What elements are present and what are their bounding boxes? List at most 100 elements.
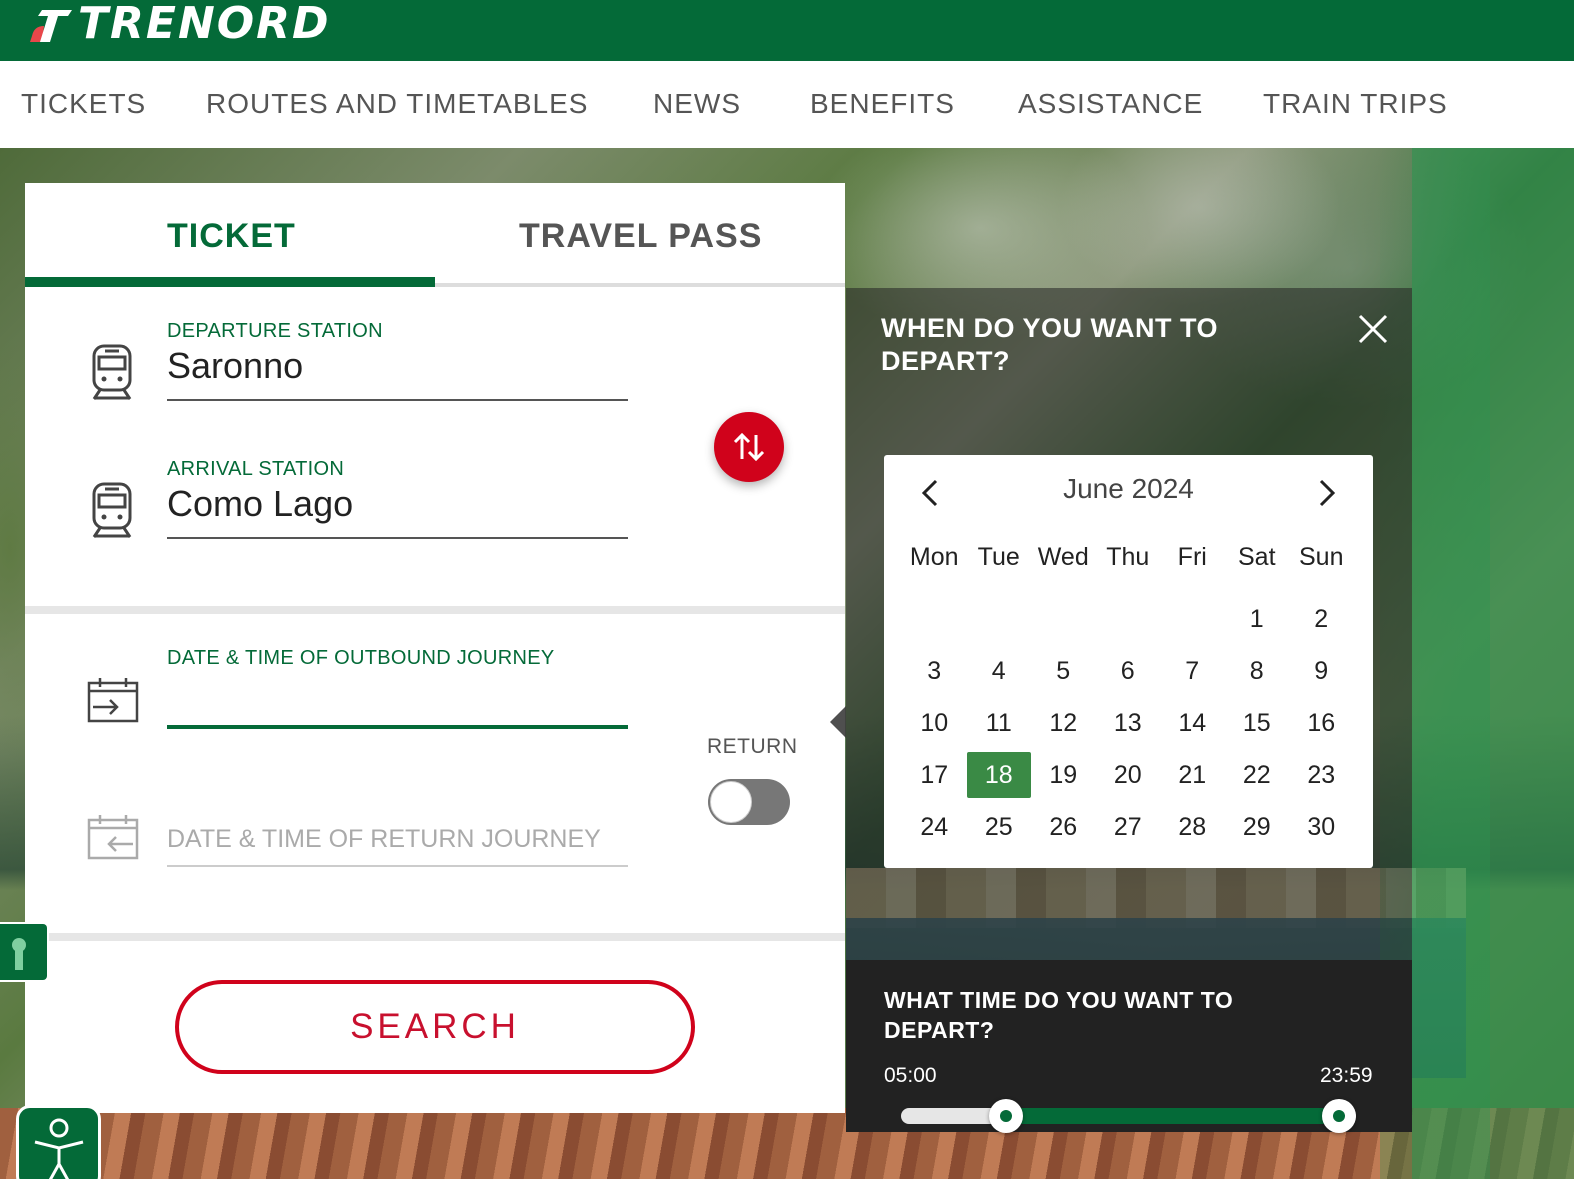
weekday-label: Mon xyxy=(909,542,959,571)
slider-end-handle[interactable] xyxy=(1322,1099,1356,1133)
calendar-day[interactable]: 18 xyxy=(966,752,1031,798)
top-bar: TRENORD xyxy=(0,0,1574,61)
active-tab-indicator xyxy=(25,277,435,287)
calendar-day[interactable]: 25 xyxy=(967,804,1032,850)
chevron-left-icon xyxy=(921,479,938,507)
arrival-station-label: ARRIVAL STATION xyxy=(167,458,345,480)
calendar-day[interactable]: 9 xyxy=(1289,648,1354,694)
slider-selected-range xyxy=(1006,1108,1339,1124)
weekday-header-row: Mon Tue Wed Thu Fri Sat Sun xyxy=(902,531,1354,583)
weekday-label: Sat xyxy=(1237,542,1276,571)
nav-item-train-trips[interactable]: TRAIN TRIPS xyxy=(1263,88,1448,120)
nav-item-tickets[interactable]: TICKETS xyxy=(21,88,146,120)
departure-station-label: DEPARTURE STATION xyxy=(167,320,383,342)
weekday-label: Tue xyxy=(977,542,1020,571)
calendar-week-row: 12 xyxy=(902,593,1354,645)
nav-item-news[interactable]: NEWS xyxy=(653,88,741,120)
departure-underline xyxy=(167,399,628,401)
calendar-day[interactable]: 22 xyxy=(1225,752,1290,798)
weekday-label: Sun xyxy=(1299,542,1344,571)
close-icon[interactable] xyxy=(1356,312,1390,346)
calendar-day[interactable]: 21 xyxy=(1160,752,1225,798)
nav-item-benefits[interactable]: BENEFITS xyxy=(810,88,955,120)
date-picker-title: WHEN DO YOU WANT TO DEPART? xyxy=(881,313,1219,376)
calendar-return-icon xyxy=(87,815,139,860)
train-icon xyxy=(92,482,132,538)
calendar-week-row: 17 18 19 20 21 22 23 xyxy=(902,749,1354,801)
next-month-button[interactable] xyxy=(1307,473,1347,513)
slider-start-handle[interactable] xyxy=(989,1099,1024,1133)
search-button[interactable]: SEARCH xyxy=(175,980,695,1074)
calendar-day[interactable]: 28 xyxy=(1160,804,1225,850)
return-date-input[interactable]: DATE & TIME OF RETURN JOURNEY xyxy=(167,825,601,854)
time-range-slider[interactable] xyxy=(901,1099,1356,1133)
green-overlay xyxy=(1412,148,1574,1179)
calendar-day[interactable]: 4 xyxy=(967,648,1032,694)
swap-stations-button[interactable] xyxy=(714,412,784,482)
outbound-underline-active xyxy=(167,725,628,729)
calendar-day[interactable]: 19 xyxy=(1031,752,1096,798)
calendar-weeks: 1 2 3 4 5 6 7 8 9 10 11 12 13 14 15 16 17 18 19 20 21 22 23 24 2… xyxy=(902,593,1354,853)
trenord-logo[interactable]: TRENORD xyxy=(28,2,331,46)
calendar-day[interactable]: 17 xyxy=(902,752,967,798)
weekday-label: Thu xyxy=(1106,542,1150,571)
logo-mark-icon xyxy=(30,10,72,42)
calendar-day[interactable]: 11 xyxy=(967,700,1032,746)
tab-ticket[interactable]: TICKET xyxy=(167,217,296,256)
calendar-day[interactable]: 23 xyxy=(1289,752,1354,798)
calendar-day[interactable]: 26 xyxy=(1031,804,1096,850)
calendar-day[interactable]: 24 xyxy=(902,804,967,850)
time-min-label: 05:00 xyxy=(884,1064,937,1087)
calendar-day[interactable]: 5 xyxy=(1031,648,1096,694)
departure-station-input[interactable]: Saronno xyxy=(167,345,303,387)
calendar-grid: Mon Tue Wed Thu Fri Sat Sun 1 2 3 4 5 6 7 8 9 10 1… xyxy=(902,531,1354,853)
calendar-day[interactable]: 3 xyxy=(902,648,967,694)
calendar-week-row: 10 11 12 13 14 15 16 xyxy=(902,697,1354,749)
return-underline xyxy=(167,865,628,867)
return-toggle-label: RETURN xyxy=(707,735,798,758)
calendar-day[interactable]: 6 xyxy=(1096,648,1161,694)
booking-tabs: TICKET TRAVEL PASS xyxy=(25,183,845,287)
time-max-label: 23:59 xyxy=(1320,1064,1373,1087)
calendar: June 2024 Mon Tue Wed Thu Fri Sat Sun 12… xyxy=(884,455,1373,868)
train-icon xyxy=(92,344,132,400)
nav-item-routes-timetables[interactable]: ROUTES AND TIMETABLES xyxy=(206,88,588,120)
calendar-day[interactable]: 16 xyxy=(1289,700,1354,746)
calendar-day[interactable]: 29 xyxy=(1225,804,1290,850)
calendar-outbound-icon xyxy=(87,678,139,723)
time-picker-panel: WHAT TIME DO YOU WANT TO DEPART? 05:00 2… xyxy=(846,960,1412,1133)
prev-month-button[interactable] xyxy=(910,473,950,513)
calendar-month-label: June 2024 xyxy=(1063,473,1194,504)
section-divider xyxy=(25,933,845,941)
tab-travel-pass[interactable]: TRAVEL PASS xyxy=(519,217,762,256)
calendar-week-row: 24 25 26 27 28 29 30 xyxy=(902,801,1354,853)
weekday-label: Wed xyxy=(1037,542,1089,571)
arrival-station-input[interactable]: Como Lago xyxy=(167,483,353,525)
logo-text: TRENORD xyxy=(78,0,331,49)
outbound-date-label: DATE & TIME OF OUTBOUND JOURNEY xyxy=(167,647,555,669)
nav-item-assistance[interactable]: ASSISTANCE xyxy=(1018,88,1203,120)
keyhole-icon xyxy=(12,938,26,970)
search-button-label: SEARCH xyxy=(350,1007,520,1046)
panel-pointer xyxy=(830,706,846,738)
calendar-week-row: 3456789 xyxy=(902,645,1354,697)
calendar-day[interactable]: 7 xyxy=(1160,648,1225,694)
calendar-day[interactable]: 14 xyxy=(1160,700,1225,746)
accessibility-button[interactable] xyxy=(16,1105,101,1179)
swap-arrows-icon xyxy=(733,432,765,462)
calendar-day[interactable]: 12 xyxy=(1031,700,1096,746)
time-picker-title: WHAT TIME DO YOU WANT TO DEPART? xyxy=(884,987,1234,1043)
calendar-day[interactable]: 10 xyxy=(902,700,967,746)
calendar-day[interactable]: 20 xyxy=(1096,752,1161,798)
calendar-day[interactable]: 15 xyxy=(1225,700,1290,746)
calendar-day[interactable]: 1 xyxy=(1225,596,1290,642)
return-toggle[interactable] xyxy=(708,779,790,825)
arrival-underline xyxy=(167,537,628,539)
side-tab[interactable] xyxy=(0,922,49,982)
calendar-day[interactable]: 27 xyxy=(1096,804,1161,850)
calendar-day[interactable]: 30 xyxy=(1289,804,1354,850)
calendar-day[interactable]: 2 xyxy=(1289,596,1354,642)
calendar-day[interactable]: 8 xyxy=(1225,648,1290,694)
calendar-day[interactable]: 13 xyxy=(1096,700,1161,746)
booking-card: TICKET TRAVEL PASS DEPARTURE STATION Sar… xyxy=(25,183,845,1113)
